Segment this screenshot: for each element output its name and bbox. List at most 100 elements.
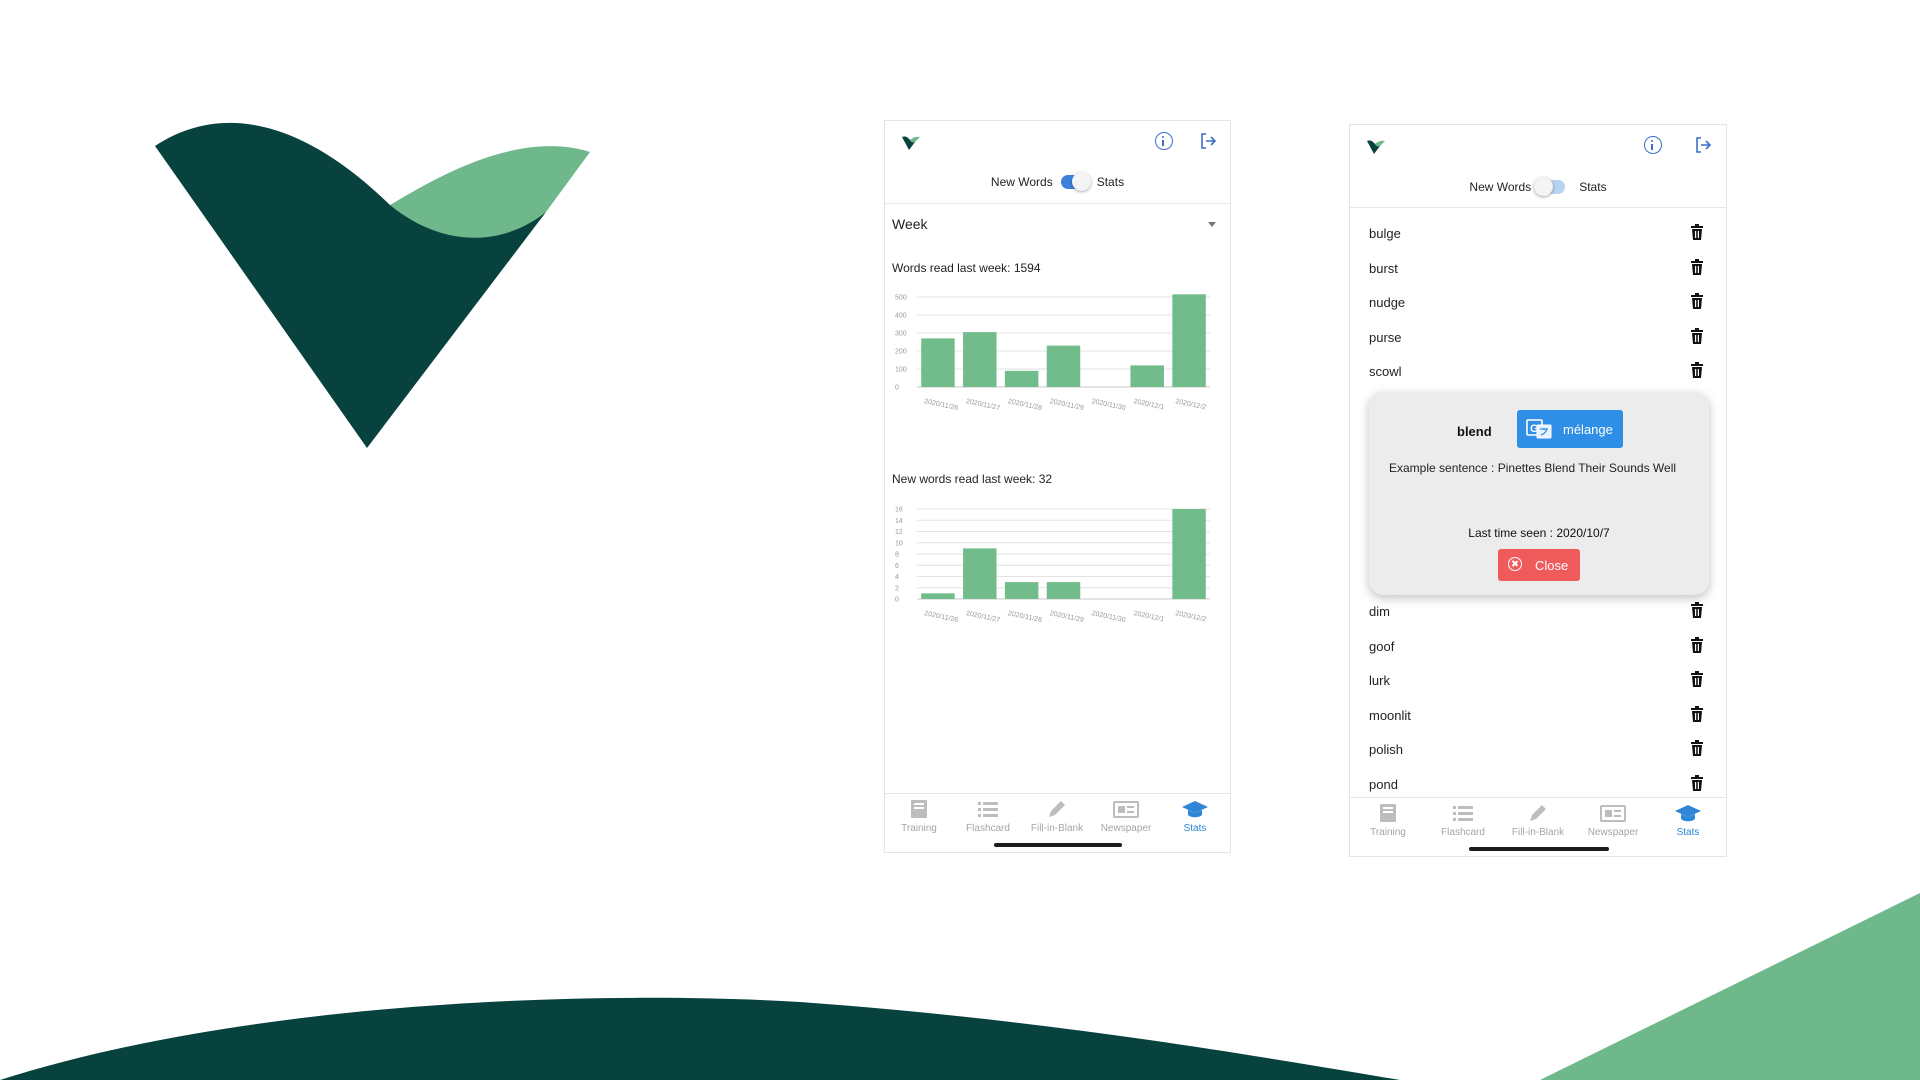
bar-2020/12/2 <box>1172 509 1206 599</box>
info-icon[interactable] <box>1644 136 1662 154</box>
word-row[interactable]: nudge <box>1369 286 1704 320</box>
word-row[interactable]: polish <box>1369 733 1704 767</box>
word-text: lurk <box>1369 673 1390 688</box>
trash-icon[interactable] <box>1690 224 1704 243</box>
close-icon <box>1508 557 1522 571</box>
x-tick-label: 2020/11/27 <box>965 398 1000 412</box>
corner-triangle <box>1540 893 1920 1080</box>
word-text: dim <box>1369 604 1390 619</box>
tab-newspaper[interactable]: Newspaper <box>1583 802 1643 838</box>
tab-newspaper[interactable]: Newspaper <box>1096 798 1156 834</box>
y-tick-label: 12 <box>895 529 903 536</box>
trash-icon[interactable] <box>1690 602 1704 621</box>
word-row[interactable]: bulge <box>1369 217 1704 251</box>
tab-fill-in-blank-label: Fill-in-Blank <box>1030 823 1084 834</box>
word-row[interactable]: burst <box>1369 252 1704 286</box>
y-tick-label: 4 <box>895 574 899 581</box>
example-sentence: Example sentence : Pinettes Blend Their … <box>1389 461 1677 475</box>
newspaper-icon <box>1600 805 1626 822</box>
tab-flashcard[interactable]: Flashcard <box>1433 802 1493 838</box>
new-words-label: New Words <box>990 175 1053 189</box>
word-row[interactable]: lurk <box>1369 664 1704 698</box>
tab-training-label: Training <box>901 823 937 834</box>
close-button[interactable]: Close <box>1498 549 1580 581</box>
word-text: polish <box>1369 742 1403 757</box>
word-row[interactable]: purse <box>1369 321 1704 355</box>
graduation-cap-icon <box>1182 801 1208 818</box>
word-text: goof <box>1369 638 1395 654</box>
bar-2020/11/28 <box>1004 582 1039 599</box>
trash-icon[interactable] <box>1690 327 1704 347</box>
y-tick-label: 8 <box>895 552 899 559</box>
translate-button[interactable]: G mélange <box>1517 410 1623 448</box>
trash-icon[interactable] <box>1690 362 1704 381</box>
mode-toggle-row: New Words Stats <box>1350 177 1726 196</box>
trash-icon[interactable] <box>1690 740 1704 759</box>
info-icon[interactable] <box>1155 132 1173 150</box>
tab-stats[interactable]: Stats <box>1658 802 1718 838</box>
bar-2020/11/29 <box>1046 345 1081 387</box>
tab-training[interactable]: Training <box>1358 802 1418 838</box>
word-detail-popup: blend G mélange Example sentence : Pinet… <box>1369 392 1709 595</box>
y-tick-label: 200 <box>895 349 907 356</box>
x-tick-label: 2020/11/29 <box>1049 398 1084 412</box>
tab-flashcard[interactable]: Flashcard <box>958 798 1018 834</box>
word-text: burst <box>1369 260 1398 276</box>
tab-newspaper-label: Newspaper <box>1100 823 1152 834</box>
tab-newspaper-label: Newspaper <box>1587 827 1639 838</box>
logout-icon[interactable] <box>1694 136 1712 154</box>
words-read-chart: 0 100 200 300 400 500 2020/11/26 2020/11/27 2020… <box>895 294 1210 412</box>
trash-icon[interactable] <box>1690 258 1704 278</box>
y-tick-label: 500 <box>895 295 907 302</box>
period-select[interactable]: Week <box>892 216 1216 240</box>
last-seen-text: Last time seen : 2020/10/7 <box>1468 526 1610 540</box>
y-tick-label: 300 <box>895 331 907 338</box>
new-words-chart: 0 2 4 6 8 10 12 14 16 2020/11/26 2020/11/27 2020/11… <box>895 507 1210 624</box>
app-header <box>1350 125 1726 169</box>
x-tick-label: 2020/11/26 <box>924 398 959 412</box>
mode-toggle-row: New Words Stats <box>885 172 1230 191</box>
tab-stats[interactable]: Stats <box>1165 798 1225 834</box>
trash-icon[interactable] <box>1690 705 1704 725</box>
tab-training[interactable]: Training <box>889 798 949 834</box>
trash-icon[interactable] <box>1690 774 1704 794</box>
y-tick-label: 6 <box>895 563 899 570</box>
x-tick-label: 2020/12/1 <box>1133 610 1165 623</box>
word-text: scowl <box>1369 364 1402 379</box>
word-row[interactable]: moonlit <box>1369 699 1704 733</box>
tab-fill-in-blank[interactable]: Fill-in-Blank <box>1508 802 1568 838</box>
translation-text: mélange <box>1563 422 1613 437</box>
trash-icon[interactable] <box>1690 671 1704 690</box>
logo-icon <box>1367 140 1385 154</box>
book-icon <box>911 800 927 818</box>
bar-2020/12/1 <box>1130 365 1164 387</box>
tab-flashcard-label: Flashcard <box>966 823 1010 834</box>
logo-icon <box>902 136 920 150</box>
home-indicator <box>994 843 1122 847</box>
y-tick-label: 14 <box>895 518 903 525</box>
bar-2020/11/29 <box>1046 582 1081 599</box>
x-tick-label: 2020/11/30 <box>1091 610 1126 624</box>
words-read-chart-title: Words read last week: 1594 <box>892 261 1041 275</box>
tab-fill-in-blank[interactable]: Fill-in-Blank <box>1027 798 1087 834</box>
x-tick-label: 2020/12/1 <box>1133 398 1165 411</box>
pencil-icon <box>1049 801 1065 817</box>
mode-toggle-switch[interactable] <box>1534 177 1566 196</box>
bar-2020/11/26 <box>921 338 955 387</box>
x-tick-label: 2020/11/26 <box>924 610 959 624</box>
trash-icon[interactable] <box>1690 636 1704 656</box>
home-indicator <box>1469 847 1609 851</box>
mode-toggle-switch[interactable] <box>1060 172 1091 191</box>
x-tick-label: 2020/12/2 <box>1175 398 1207 411</box>
word-row[interactable]: goof <box>1369 630 1704 664</box>
y-tick-label: 0 <box>895 597 899 604</box>
words-phone-screen: New Words Stats bulge burst nudge purse scow… <box>1349 124 1727 857</box>
new-words-label: New Words <box>1469 180 1532 194</box>
logout-icon[interactable] <box>1199 132 1217 150</box>
word-row[interactable]: dim <box>1369 595 1704 629</box>
trash-icon[interactable] <box>1690 293 1704 312</box>
list-icon <box>978 802 998 817</box>
graduation-cap-icon <box>1675 805 1701 822</box>
y-tick-label: 0 <box>895 385 899 392</box>
word-row[interactable]: scowl <box>1369 355 1704 389</box>
